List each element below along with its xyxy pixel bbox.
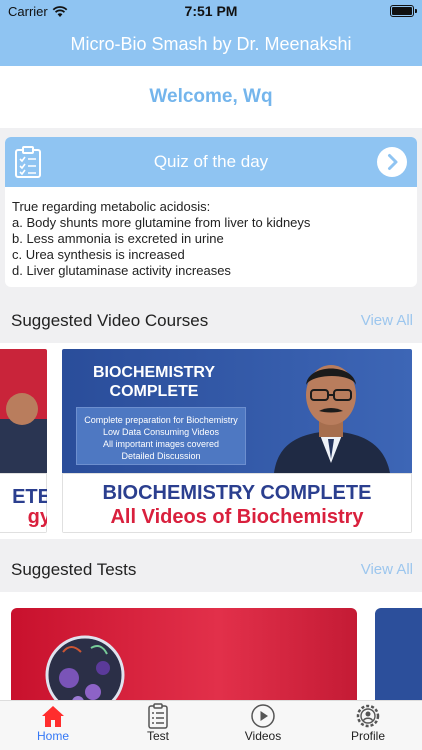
play-icon <box>251 704 275 728</box>
battery-icon <box>390 5 417 17</box>
banner-title-line2: COMPLETE <box>109 383 199 400</box>
home-icon <box>42 706 64 727</box>
app-title: Micro-Bio Smash by Dr. Meenakshi <box>0 22 422 66</box>
banner-feature: Complete preparation for Biochemistry <box>84 415 238 425</box>
tests-carousel[interactable] <box>0 592 422 700</box>
tab-home[interactable]: Home <box>13 703 93 743</box>
profile-gear-icon <box>356 704 380 728</box>
quiz-option: d. Liver glutaminase activity increases <box>12 263 231 278</box>
banner-feature: All important images covered <box>102 439 220 449</box>
quiz-option: c. Urea synthesis is increased <box>12 247 185 262</box>
clipboard-icon <box>148 703 168 729</box>
tests-title: Suggested Tests <box>11 560 137 579</box>
video-course-caption-line1: BIOCHEMISTRY COMPLETE <box>102 482 372 504</box>
video-course-caption: ETE gy <box>0 473 47 533</box>
banner-title: BIOCHEMISTRY COMPLETE <box>74 363 234 401</box>
presenter-image <box>0 393 47 473</box>
welcome-message: Welcome, Wq <box>0 66 422 128</box>
test-card[interactable] <box>11 608 357 700</box>
test-card[interactable] <box>375 608 422 700</box>
quiz-title: Quiz of the day <box>153 152 269 171</box>
clock: 7:51 PM <box>184 3 238 19</box>
video-course-caption: BIOCHEMISTRY COMPLETE All Videos of Bioc… <box>62 473 412 533</box>
tab-home-label: Home <box>36 729 69 743</box>
tests-view-all-link[interactable]: View All <box>361 561 413 578</box>
quiz-question: True regarding metabolic acidosis: <box>12 199 211 214</box>
quiz-option: a. Body shunts more glutamine from liver… <box>12 215 311 230</box>
video-course-thumbnail: BIOCHEMISTRY COMPLETE Complete preparati… <box>62 349 412 473</box>
quiz-option: b. Less ammonia is excreted in urine <box>12 231 224 246</box>
quiz-body: True regarding metabolic acidosis: a. Bo… <box>5 187 417 279</box>
status-bar: Carrier 7:51 PM <box>0 0 422 22</box>
tab-test-label: Test <box>146 729 169 743</box>
tab-profile-label: Profile <box>350 729 385 743</box>
tab-test[interactable]: Test <box>118 703 198 743</box>
quiz-open-button[interactable] <box>377 147 407 177</box>
video-courses-view-all-link[interactable]: View All <box>361 312 413 329</box>
video-course-thumbnail <box>0 349 47 473</box>
banner-title-line1: BIOCHEMISTRY <box>92 364 216 381</box>
video-courses-title: Suggested Video Courses <box>11 311 209 330</box>
video-course-card[interactable]: ETE gy <box>0 349 47 533</box>
video-course-caption-line2: gy <box>27 506 47 528</box>
quiz-header[interactable]: Quiz of the day <box>5 137 417 187</box>
quiz-clipboard-icon <box>15 146 41 178</box>
tab-bar: Home Test Videos Profile <box>0 700 422 750</box>
quiz-of-the-day-card[interactable]: Quiz of the day True regarding metabolic… <box>5 137 417 287</box>
banner-feature-list: Complete preparation for Biochemistry Lo… <box>76 407 246 465</box>
video-courses-carousel[interactable]: ETE gy BIOCHEMISTRY COMPLETE Complete pr… <box>0 343 422 539</box>
banner-feature: Low Data Consuming Videos <box>103 427 219 437</box>
presenter-image <box>274 365 390 473</box>
video-courses-header: Suggested Video Courses View All <box>0 299 422 343</box>
banner-feature: Detailed Discussion <box>121 451 201 461</box>
tab-profile[interactable]: Profile <box>328 703 408 743</box>
chevron-right-icon <box>388 154 398 170</box>
video-course-caption-line2: All Videos of Biochemistry <box>110 506 364 528</box>
tests-header: Suggested Tests View All <box>0 548 422 592</box>
video-course-card[interactable]: BIOCHEMISTRY COMPLETE Complete preparati… <box>62 349 412 533</box>
tab-videos-label: Videos <box>244 729 282 743</box>
tab-videos[interactable]: Videos <box>223 703 303 743</box>
microbe-illustration <box>45 635 125 700</box>
